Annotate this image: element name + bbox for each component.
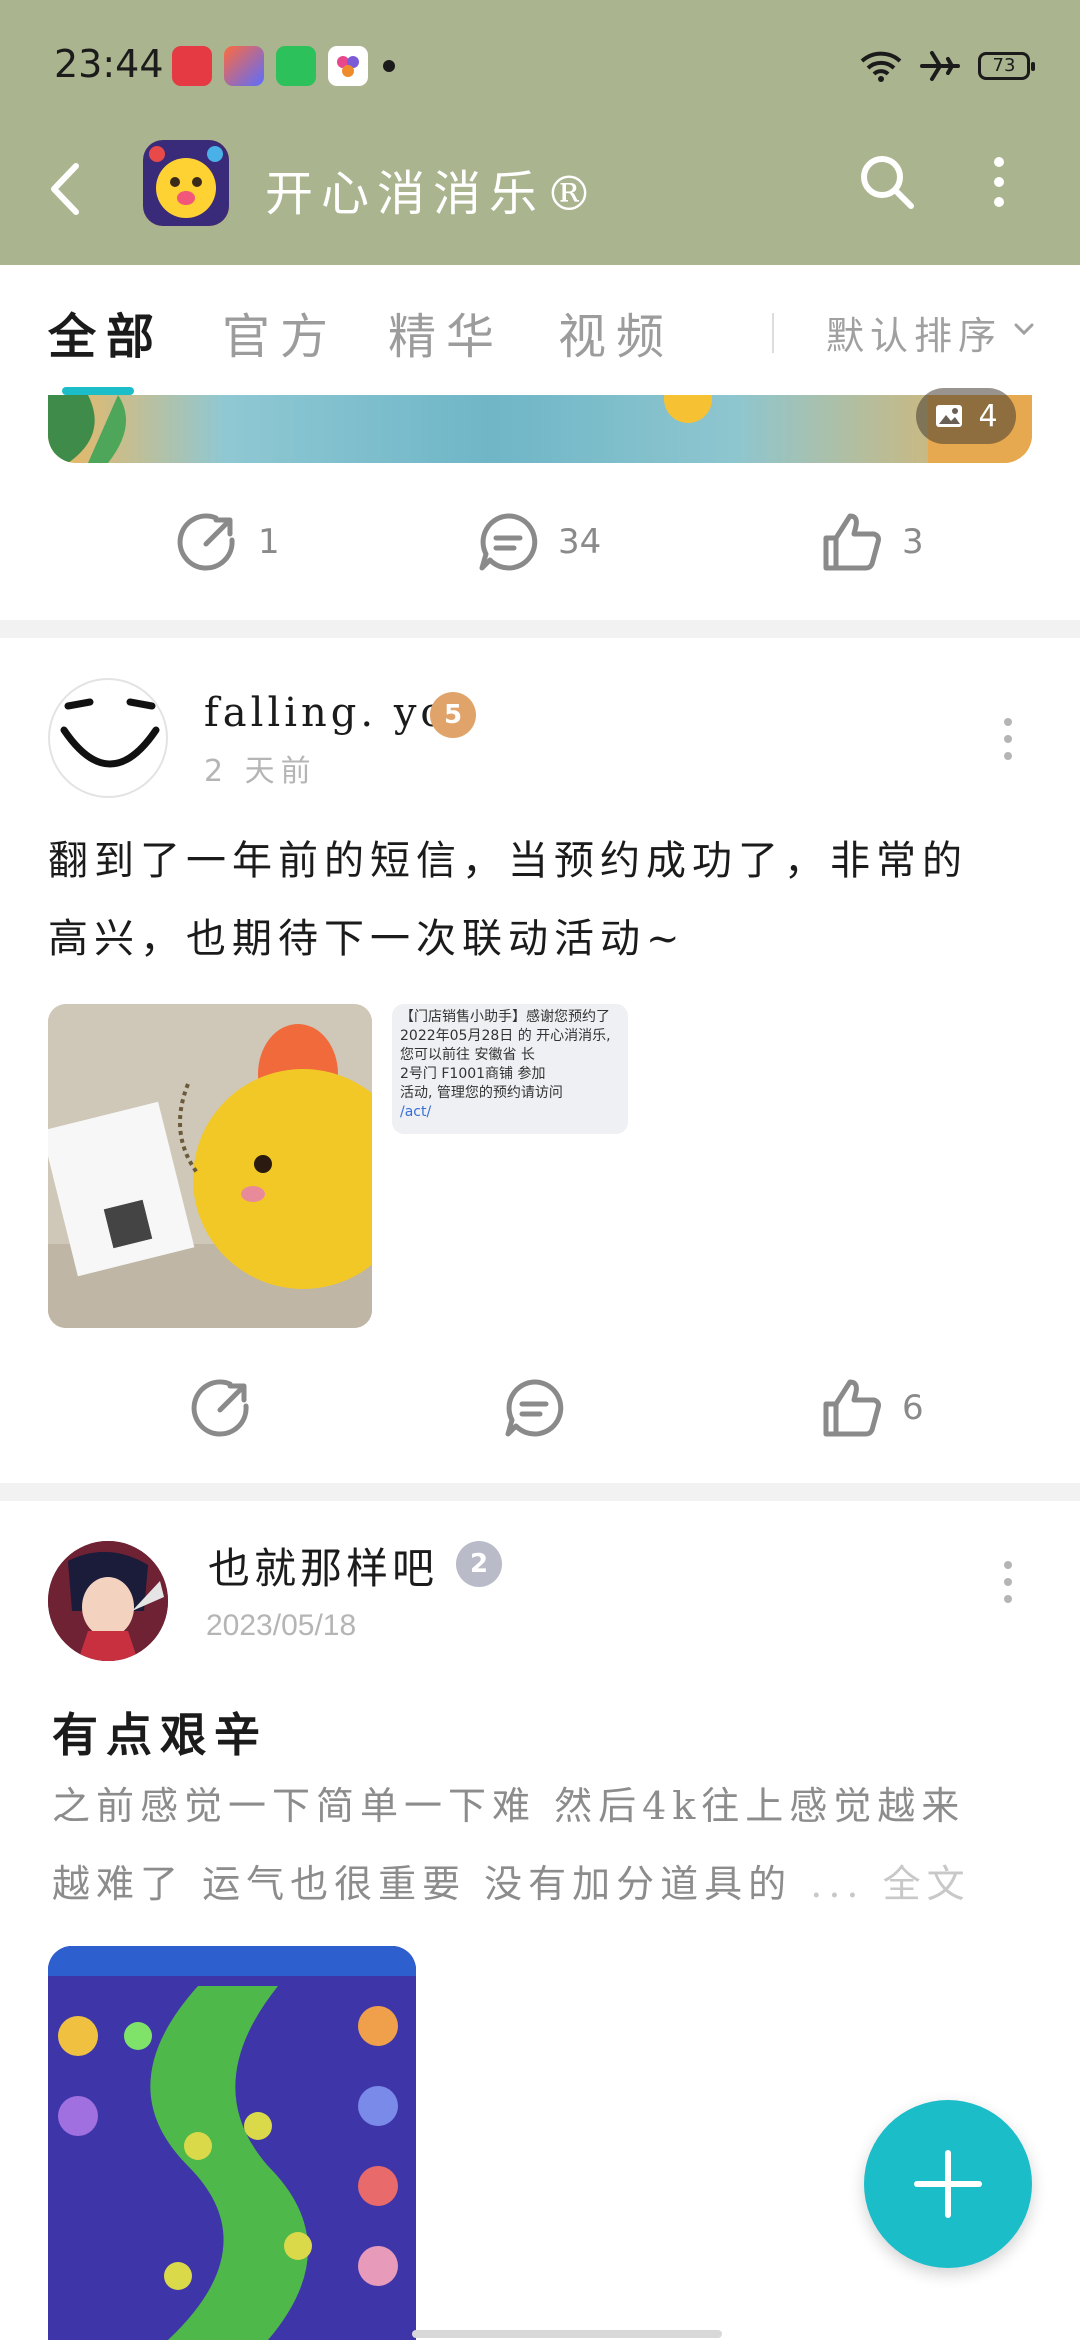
tab-video[interactable]: 视频 bbox=[558, 297, 674, 367]
more-notifications-dot bbox=[383, 60, 395, 72]
comment-icon bbox=[505, 1379, 564, 1437]
share-icon bbox=[177, 513, 235, 571]
share-button[interactable] bbox=[190, 1358, 272, 1458]
airplane-mode-icon bbox=[920, 51, 960, 81]
share-button[interactable]: 1 bbox=[176, 492, 280, 592]
tab-separator bbox=[772, 313, 774, 353]
excerpt-line: 之前感觉一下简单一下难 然后4k往上感觉越来 bbox=[52, 1784, 966, 1828]
post-card[interactable]: falling. you 5 2 天前 翻到了一年前的短信，当预约成功了，非常的… bbox=[0, 638, 1080, 1483]
post-divider bbox=[0, 1483, 1080, 1501]
xiaohongshu-notification-icon bbox=[172, 46, 212, 86]
username[interactable]: 也就那样吧 bbox=[208, 1535, 438, 1596]
thumbs-up-icon bbox=[823, 1379, 881, 1437]
share-count: 1 bbox=[258, 522, 280, 562]
shop-notification-icon bbox=[276, 46, 316, 86]
more-options-icon[interactable] bbox=[984, 152, 1014, 212]
app-notification-icon bbox=[224, 46, 264, 86]
comment-icon bbox=[479, 513, 538, 571]
post-cover-image[interactable] bbox=[48, 395, 1032, 463]
sms-line: 活动, 管理您的预约请访问 bbox=[400, 1085, 563, 1101]
sms-line: 您可以前往 安徽省 长 bbox=[400, 1047, 535, 1063]
post-menu-icon[interactable] bbox=[998, 714, 1018, 764]
sms-line: 2号门 F1001商铺 参加 bbox=[400, 1066, 546, 1082]
excerpt-line: 越难了 运气也很重要 没有加分道具的 bbox=[52, 1862, 793, 1906]
post-actions: 1 34 3 bbox=[0, 492, 1080, 592]
sms-link: /act/ bbox=[400, 1104, 432, 1120]
image-icon bbox=[936, 405, 963, 427]
game-app-icon bbox=[143, 140, 229, 226]
status-time: 23:44 bbox=[54, 42, 164, 86]
top-app-bar: 23:44 73 开心消消乐® bbox=[0, 0, 1080, 265]
sms-line: 【门店销售小助手】感谢您预约了 bbox=[400, 1009, 610, 1025]
sms-line: 2022年05月28日 的 开心消消乐, bbox=[400, 1028, 611, 1044]
post-body-line: 翻到了一年前的短信，当预约成功了，非常的 bbox=[48, 838, 968, 884]
navigation-bar: 开心消消乐® bbox=[0, 130, 1080, 265]
wifi-icon bbox=[860, 51, 902, 82]
post-image-game-map[interactable] bbox=[48, 1946, 416, 2340]
chevron-down-icon[interactable] bbox=[1012, 317, 1036, 341]
comment-button[interactable] bbox=[502, 1358, 584, 1458]
like-button[interactable]: 3 bbox=[820, 492, 924, 592]
tab-featured[interactable]: 精华 bbox=[388, 297, 504, 367]
sort-dropdown[interactable]: 默认排序 bbox=[826, 305, 1002, 360]
home-indicator bbox=[412, 2330, 722, 2338]
create-post-button[interactable] bbox=[864, 2100, 1032, 2268]
like-count: 6 bbox=[902, 1388, 924, 1428]
post-date: 2 天前 bbox=[204, 754, 317, 789]
post-image-plush[interactable] bbox=[48, 1004, 372, 1328]
game-notification-icon bbox=[328, 46, 368, 86]
like-button[interactable]: 6 bbox=[820, 1358, 924, 1458]
tab-official[interactable]: 官方 bbox=[222, 297, 338, 367]
post-menu-icon[interactable] bbox=[998, 1557, 1018, 1607]
post-body: 翻到了一年前的短信，当预约成功了，非常的 高兴，也期待下一次联动活动~ bbox=[48, 822, 1032, 978]
page-title: 开心消消乐® bbox=[265, 166, 602, 222]
tab-all[interactable]: 全部 bbox=[48, 297, 164, 367]
system-icons: 73 bbox=[860, 46, 1035, 86]
comment-count: 34 bbox=[558, 522, 602, 562]
status-bar: 23:44 73 bbox=[0, 0, 1080, 130]
avatar[interactable] bbox=[48, 678, 168, 798]
back-arrow-icon[interactable] bbox=[40, 154, 90, 224]
thumbs-up-icon bbox=[823, 513, 881, 571]
avatar[interactable] bbox=[48, 1541, 168, 1661]
search-icon[interactable] bbox=[855, 150, 919, 214]
level-badge: 5 bbox=[430, 692, 476, 738]
battery-indicator: 73 bbox=[978, 52, 1035, 80]
post-title[interactable]: 有点艰辛 bbox=[52, 1699, 268, 1765]
like-count: 3 bbox=[902, 522, 924, 562]
image-count: 4 bbox=[978, 398, 998, 434]
post-actions: 6 bbox=[0, 1358, 1080, 1458]
active-tab-indicator bbox=[62, 387, 134, 395]
post-divider bbox=[0, 620, 1080, 638]
post-excerpt[interactable]: 之前感觉一下简单一下难 然后4k往上感觉越来 越难了 运气也很重要 没有加分道具… bbox=[52, 1767, 1036, 1923]
level-badge: 2 bbox=[456, 1541, 502, 1587]
filter-tabs: 全部 官方 精华 视频 默认排序 bbox=[0, 265, 1080, 395]
level-value: 2 bbox=[469, 1549, 489, 1579]
image-count-badge: 4 bbox=[916, 388, 1016, 444]
read-more-link[interactable]: ... 全文 bbox=[810, 1862, 970, 1906]
post-body-line: 高兴，也期待下一次联动活动~ bbox=[48, 916, 686, 962]
post-date: 2023/05/18 bbox=[206, 1609, 357, 1642]
post-image-sms[interactable]: 【门店销售小助手】感谢您预约了 2022年05月28日 的 开心消消乐, 您可以… bbox=[392, 1004, 628, 1134]
level-value: 5 bbox=[443, 700, 463, 730]
comment-button[interactable]: 34 bbox=[476, 492, 601, 592]
share-icon bbox=[191, 1379, 249, 1437]
